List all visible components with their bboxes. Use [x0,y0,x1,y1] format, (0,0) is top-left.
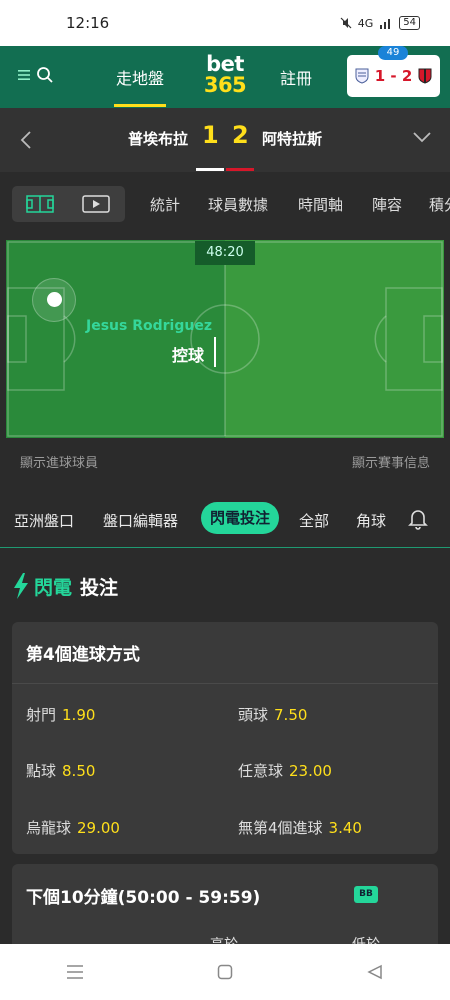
tab-lineups[interactable]: 陣容 [372,194,402,215]
method-of-4th-goal-card: 第4個進球方式 射門 1.90 頭球 7.50 點球 8.50 任意球 23.00 烏龍… [12,622,438,854]
show-match-info-link[interactable]: 顯示賽事信息 [352,452,430,471]
bet-builder-badge: BB [354,886,378,903]
match-selector-button[interactable] [412,128,432,147]
show-scorers-link[interactable]: 顯示進球球員 [20,452,98,471]
odd-header[interactable]: 頭球 7.50 [238,704,307,725]
odd-no-4th-goal[interactable]: 無第4個進球 3.40 [238,817,362,838]
mini-score: 1 - 2 [374,67,413,85]
match-timer: 48:20 [195,241,255,265]
pitch-icon [26,195,54,213]
view-toggle [12,186,125,222]
tab-timeline[interactable]: 時間軸 [298,194,343,215]
square-icon [217,964,233,980]
odd-price: 29.00 [77,819,120,837]
away-crest-icon [418,68,432,84]
in-play-underline [114,104,166,107]
flash-bet-title: 閃電 投注 [12,572,118,600]
bet365-logo[interactable]: bet 365 [200,54,250,96]
market-tabs: 亞洲盤口 盤口編輯器 閃電投注 全部 角球 [0,492,450,548]
odd-price: 7.50 [274,706,308,724]
possession-label: 控球 [172,346,205,365]
odd-label: 點球 [26,762,57,780]
ball-icon [47,292,62,307]
register-link[interactable]: 註冊 [280,46,312,108]
recent-apps-button[interactable] [55,952,95,992]
triangle-back-icon [367,964,382,980]
pitch-links: 顯示進球球員 顯示賽事信息 [0,452,450,472]
tab-corners[interactable]: 角球 [356,510,386,531]
odd-own-goal[interactable]: 烏龍球 29.00 [26,817,120,838]
bars-icon [380,19,391,29]
mute-icon [340,17,352,29]
tab-all[interactable]: 全部 [299,510,329,531]
logo-top: bet [206,52,244,76]
bell-icon [408,510,428,530]
search-icon [37,67,53,83]
home-team-name: 普埃布拉 [127,130,188,148]
possession-marker [214,337,216,367]
flash-word: 閃電 [34,576,73,599]
pitch-lines [6,240,444,438]
logo-bottom: 365 [203,73,247,97]
battery-icon: 54 [399,16,420,30]
status-time: 12:16 [66,14,110,32]
home-button[interactable] [205,952,245,992]
odd-penalty[interactable]: 點球 8.50 [26,760,95,781]
pitch-view-button[interactable] [26,195,54,217]
odd-label: 無第4個進球 [238,819,323,837]
signal-icon: 4G [357,16,374,30]
mini-scoreboard[interactable]: 1 - 2 [347,55,440,97]
match-sub-tabs: 統計 球員數據 時間軸 陣容 積分 [0,172,450,236]
chevron-down-icon [413,132,431,143]
menu-lines-icon [67,965,83,979]
back-nav-button[interactable] [355,952,395,992]
tab-asian-lines[interactable]: 亞洲盤口 [14,510,74,531]
tab-player-stats[interactable]: 球員數據 [208,194,268,215]
menu-icon [18,70,30,80]
home-crest-icon [355,68,369,84]
away-color-bar [226,168,254,171]
odd-price: 1.90 [62,706,96,724]
card-title: 第4個進球方式 [12,622,438,684]
menu-search-button[interactable] [18,66,54,84]
odd-label: 烏龍球 [26,819,72,837]
odd-label: 射門 [26,706,57,724]
away-team-name: 阿特拉斯 [262,130,323,148]
top-header: 走地盤 bet 365 註冊 1 - 2 49 [0,46,450,108]
video-view-button[interactable] [82,195,110,217]
away-score: 2 [232,121,249,149]
odd-shot[interactable]: 射門 1.90 [26,704,95,725]
tab-bet-builder[interactable]: 盤口編輯器 [103,510,178,531]
lightning-icon [14,573,28,599]
odd-label: 任意球 [238,762,284,780]
live-count-badge: 49 [378,46,408,60]
notifications-button[interactable] [408,508,428,534]
play-icon [82,195,110,213]
home-color-bar [196,168,224,171]
odd-label: 頭球 [238,706,269,724]
odd-price: 23.00 [289,762,332,780]
player-name: Jesus Rodriguez [86,318,212,334]
odd-price: 3.40 [328,819,362,837]
android-nav-bar [0,944,450,1000]
tab-stats[interactable]: 統計 [150,194,180,215]
match-header: 普埃布拉 1 2 阿特拉斯 [0,108,450,172]
tab-standings[interactable]: 積分 [429,194,450,215]
status-bar: 12:16 4G 54 [0,0,450,46]
chevron-left-icon [20,131,31,149]
odd-free-kick[interactable]: 任意球 23.00 [238,760,332,781]
home-score: 1 [202,121,219,149]
back-button[interactable] [20,130,32,155]
nav-in-play[interactable]: 走地盤 [104,46,176,108]
odd-price: 8.50 [62,762,96,780]
status-icons: 4G 54 [340,16,420,30]
tab-flash-bet[interactable]: 閃電投注 [201,502,280,534]
bet-word: 投注 [80,576,119,599]
live-pitch [6,240,444,438]
